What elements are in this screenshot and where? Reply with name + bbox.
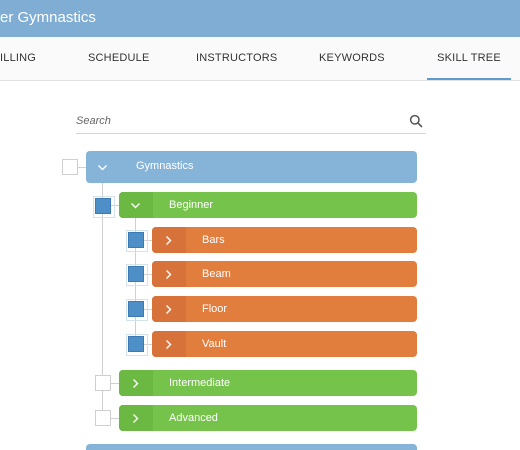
node-label: Advanced: [169, 412, 218, 424]
chevron-down-icon: [98, 165, 107, 171]
tree-node-beam[interactable]: Beam: [152, 261, 417, 287]
chevron-down-icon: [131, 203, 140, 209]
checkbox-vault[interactable]: [126, 334, 148, 356]
chevron-right-icon: [166, 305, 172, 314]
chevron-right-icon: [166, 270, 172, 279]
expand-toggle[interactable]: [119, 370, 153, 396]
search-input[interactable]: [76, 113, 396, 129]
tree-connector: [78, 167, 86, 168]
search-icon[interactable]: [409, 114, 423, 128]
app-header: er Gymnastics: [0, 0, 520, 37]
tab-instructors[interactable]: INSTRUCTORS: [196, 37, 277, 80]
tree-node-intermediate[interactable]: Intermediate: [119, 370, 417, 396]
tree-node-beginner[interactable]: Beginner: [119, 192, 417, 218]
chevron-right-icon: [166, 236, 172, 245]
tree-node-gymnastics[interactable]: Gymnastics: [86, 151, 417, 183]
tab-billing[interactable]: ILLING: [0, 37, 36, 80]
checkbox-beginner[interactable]: [93, 196, 115, 218]
tree-node-bars[interactable]: Bars: [152, 227, 417, 253]
chevron-right-icon: [133, 379, 139, 388]
checkbox-beam[interactable]: [126, 264, 148, 286]
expand-toggle[interactable]: [152, 261, 186, 287]
checkbox-floor[interactable]: [126, 299, 148, 321]
tree-node-floor[interactable]: Floor: [152, 296, 417, 322]
expand-toggle[interactable]: [86, 151, 120, 183]
checkbox-intermediate[interactable]: [95, 375, 111, 391]
checkbox-advanced[interactable]: [95, 410, 111, 426]
tab-bar: ILLING SCHEDULE INSTRUCTORS KEYWORDS SKI…: [0, 37, 520, 81]
node-label: Beginner: [169, 199, 214, 211]
tree-node-advanced[interactable]: Advanced: [119, 405, 417, 431]
checkbox-gymnastics[interactable]: [62, 159, 78, 175]
expand-toggle[interactable]: [152, 227, 186, 253]
tab-keywords[interactable]: KEYWORDS: [319, 37, 385, 80]
node-label: Beam: [202, 268, 231, 280]
node-label: Floor: [202, 303, 228, 315]
search-box: [76, 108, 426, 134]
expand-toggle[interactable]: [119, 192, 153, 218]
checkbox-bars[interactable]: [126, 230, 148, 252]
node-label: Bars: [202, 234, 225, 246]
node-label: Vault: [202, 338, 227, 350]
tree-node-next-partial[interactable]: [86, 444, 417, 450]
chevron-right-icon: [133, 414, 139, 423]
expand-toggle[interactable]: [152, 331, 186, 357]
tab-schedule[interactable]: SCHEDULE: [88, 37, 150, 80]
tab-skill-tree[interactable]: SKILL TREE: [427, 37, 511, 80]
expand-toggle[interactable]: [119, 405, 153, 431]
tree-connector: [110, 383, 119, 384]
expand-toggle[interactable]: [152, 296, 186, 322]
chevron-right-icon: [166, 340, 172, 349]
tree-connector: [110, 418, 119, 419]
node-label: Gymnastics: [136, 160, 194, 172]
page-title: er Gymnastics: [0, 9, 96, 26]
tree-node-vault[interactable]: Vault: [152, 331, 417, 357]
node-label: Intermediate: [169, 377, 231, 389]
